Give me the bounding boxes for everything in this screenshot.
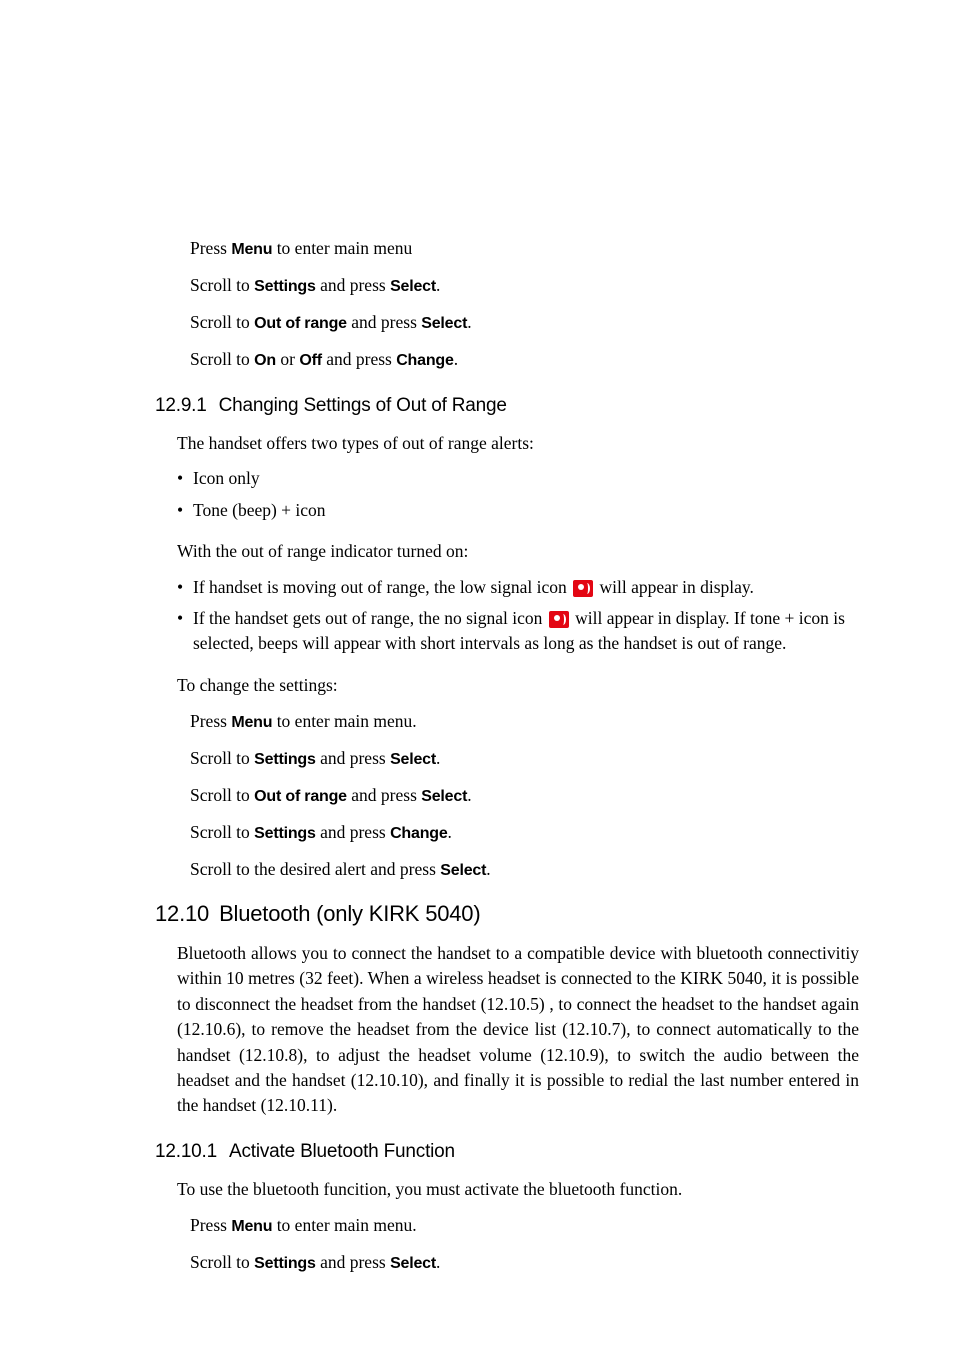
menu-keyword: Settings xyxy=(254,278,316,295)
heading-12-10-1: 12.10.1 Activate Bluetooth Function xyxy=(155,1141,859,1163)
text: and press xyxy=(347,312,421,332)
text: Scroll to xyxy=(190,1252,254,1272)
text: Scroll to the desired alert and press xyxy=(190,859,440,879)
menu-keyword: Settings xyxy=(254,1255,316,1272)
menu-keyword: Out of range xyxy=(254,315,347,332)
text: . xyxy=(448,822,452,842)
document-page: Press Menu to enter main menu Scroll to … xyxy=(0,0,954,1350)
text: Scroll to xyxy=(190,275,254,295)
menu-keyword: Select xyxy=(390,1255,436,1272)
text: Scroll to xyxy=(190,748,254,768)
text: . xyxy=(486,859,490,879)
no-signal-icon xyxy=(549,611,569,628)
text: Scroll to xyxy=(190,349,254,369)
text: to enter main menu xyxy=(272,238,412,258)
low-signal-icon xyxy=(573,580,593,597)
menu-keyword: Off xyxy=(299,352,322,369)
menu-keyword: Change xyxy=(390,825,447,842)
heading-title: Activate Bluetooth Function xyxy=(229,1141,455,1162)
heading-12-9-1: 12.9.1 Changing Settings of Out of Range xyxy=(155,395,859,417)
text: . xyxy=(467,785,471,805)
heading-number: 12.10.1 xyxy=(155,1141,217,1162)
paragraph: With the out of range indicator turned o… xyxy=(177,539,859,564)
instruction-line: Scroll to Out of range and press Select. xyxy=(190,782,859,809)
instruction-line: Press Menu to enter main menu. xyxy=(190,708,859,735)
menu-keyword: Menu xyxy=(231,241,272,258)
text: If handset is moving out of range, the l… xyxy=(193,577,571,597)
menu-keyword: Select xyxy=(421,315,467,332)
menu-keyword: Settings xyxy=(254,825,316,842)
menu-keyword: Select xyxy=(390,751,436,768)
text: . xyxy=(467,312,471,332)
text: Scroll to xyxy=(190,312,254,332)
heading-12-10: 12.10 Bluetooth (only KIRK 5040) xyxy=(155,901,859,927)
instruction-line: Scroll to On or Off and press Change. xyxy=(190,346,859,373)
text: Press xyxy=(190,711,231,731)
text: and press xyxy=(316,1252,390,1272)
list-item: Tone (beep) + icon xyxy=(177,498,859,523)
menu-keyword: Menu xyxy=(231,1218,272,1235)
instruction-line: Scroll to Settings and press Select. xyxy=(190,745,859,772)
text: Press xyxy=(190,238,231,258)
bullet-list: If handset is moving out of range, the l… xyxy=(177,575,859,657)
menu-keyword: Select xyxy=(421,788,467,805)
list-item: If the handset gets out of range, the no… xyxy=(177,606,859,657)
text: and press xyxy=(322,349,396,369)
list-item: Icon only xyxy=(177,466,859,491)
heading-title: Changing Settings of Out of Range xyxy=(219,395,507,416)
text: to enter main menu. xyxy=(272,711,416,731)
menu-keyword: Change xyxy=(396,352,453,369)
paragraph: The handset offers two types of out of r… xyxy=(177,431,859,456)
heading-number: 12.10 xyxy=(155,901,209,926)
menu-keyword: Menu xyxy=(231,714,272,731)
text: and press xyxy=(316,275,390,295)
menu-keyword: On xyxy=(254,352,276,369)
instruction-line: Scroll to Settings and press Select. xyxy=(190,272,859,299)
instruction-line: Press Menu to enter main menu. xyxy=(190,1212,859,1239)
instruction-line: Scroll to the desired alert and press Se… xyxy=(190,856,859,883)
text: Scroll to xyxy=(190,785,254,805)
bullet-list: Icon only Tone (beep) + icon xyxy=(177,466,859,523)
instruction-line: Scroll to Out of range and press Select. xyxy=(190,309,859,336)
menu-keyword: Select xyxy=(440,862,486,879)
paragraph: To use the bluetooth funcition, you must… xyxy=(177,1177,859,1202)
text: will appear in display. xyxy=(595,577,754,597)
instruction-line: Scroll to Settings and press Select. xyxy=(190,1249,859,1276)
text: and press xyxy=(316,748,390,768)
text: and press xyxy=(316,822,390,842)
menu-keyword: Settings xyxy=(254,751,316,768)
text: and press xyxy=(347,785,421,805)
list-item: If handset is moving out of range, the l… xyxy=(177,575,859,600)
paragraph: Bluetooth allows you to connect the hand… xyxy=(177,941,859,1119)
text: . xyxy=(436,275,440,295)
text: . xyxy=(454,349,458,369)
text: . xyxy=(436,1252,440,1272)
heading-title: Bluetooth (only KIRK 5040) xyxy=(219,901,480,926)
text: If the handset gets out of range, the no… xyxy=(193,608,547,628)
paragraph: To change the settings: xyxy=(177,673,859,698)
menu-keyword: Select xyxy=(390,278,436,295)
text: or xyxy=(276,349,299,369)
menu-keyword: Out of range xyxy=(254,788,347,805)
heading-number: 12.9.1 xyxy=(155,395,207,416)
text: Press xyxy=(190,1215,231,1235)
text: to enter main menu. xyxy=(272,1215,416,1235)
instruction-line: Press Menu to enter main menu xyxy=(190,235,859,262)
text: Scroll to xyxy=(190,822,254,842)
text: . xyxy=(436,748,440,768)
instruction-line: Scroll to Settings and press Change. xyxy=(190,819,859,846)
